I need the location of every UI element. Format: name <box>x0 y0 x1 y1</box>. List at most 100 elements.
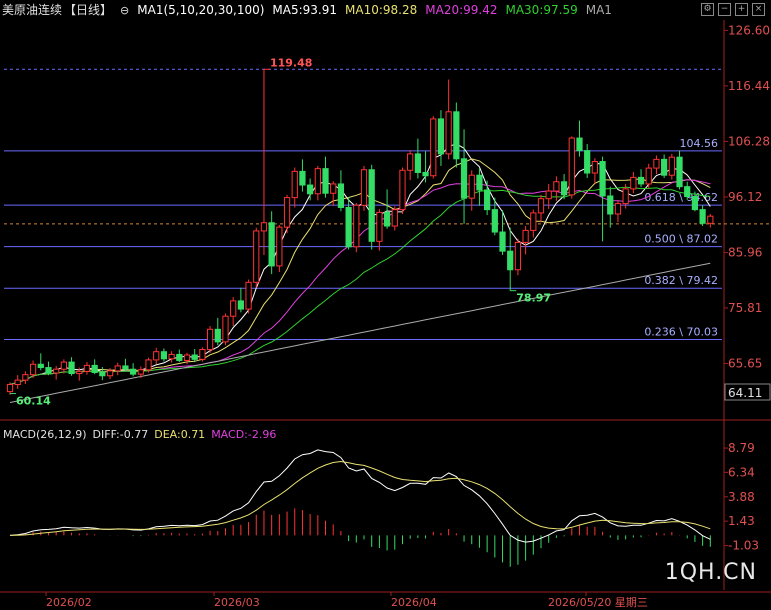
price-tick-label: 96.12 <box>728 190 762 204</box>
gear-icon[interactable]: ⚙ <box>701 3 714 16</box>
candle-body <box>430 118 437 177</box>
candle-body <box>437 118 445 155</box>
settings-icon[interactable]: ⊖ <box>120 4 129 17</box>
last-price-label: 64.11 <box>728 386 762 400</box>
candle-body <box>668 156 675 176</box>
close-icon[interactable]: × <box>752 3 765 16</box>
ma-line-ma30 <box>9 186 711 385</box>
candle-body <box>322 168 329 194</box>
macd-header: MACD(26,12,9) DIFF:-0.77 DEA:0.71 MACD:-2.9… <box>3 428 282 442</box>
macd-tick-label: 1.43 <box>728 514 755 528</box>
candle-body <box>661 158 668 176</box>
ma-line-ma100 <box>9 262 711 403</box>
candle-body <box>453 111 460 160</box>
candle-body <box>237 300 244 310</box>
candle-body <box>607 195 614 215</box>
date-label: 2026/04 <box>391 596 437 609</box>
candle-body <box>699 209 706 224</box>
candle-body <box>637 176 645 185</box>
candle-body <box>122 365 129 370</box>
extreme-label: 78.97 <box>516 292 551 305</box>
candle-body <box>268 222 275 267</box>
diff-value: DIFF:-0.77 <box>92 428 149 441</box>
candle-body <box>337 183 345 208</box>
candle-body <box>599 161 606 197</box>
candle-body <box>622 188 629 205</box>
candle-body <box>60 361 67 370</box>
candle-body <box>253 230 260 283</box>
price-tick-label: 65.65 <box>728 356 762 370</box>
ma5-value: MA5:93.91 <box>272 3 338 17</box>
macd-value: MACD:-2.96 <box>211 428 277 441</box>
candle-body <box>99 371 106 377</box>
candle-body <box>14 379 21 386</box>
diff-line <box>9 449 711 543</box>
ma30-value: MA30:97.59 <box>505 3 578 17</box>
candle-body <box>476 174 483 191</box>
price-tick-label: 116.44 <box>728 79 770 93</box>
dea-value: DEA:0.71 <box>154 428 206 441</box>
candle-body <box>460 158 468 199</box>
price-tick-label: 126.60 <box>728 23 770 37</box>
candle-body <box>368 169 375 242</box>
candle-body <box>137 369 144 375</box>
candle-body <box>407 153 414 171</box>
candle-body <box>591 161 598 174</box>
candle-body <box>199 349 206 360</box>
candle-body <box>114 365 121 372</box>
candle-body <box>222 315 229 343</box>
candle-body <box>576 137 583 152</box>
date-label: 2026/02 <box>46 596 92 609</box>
candle-body <box>684 186 691 198</box>
fib-label: 0.382 \ 79.42 <box>644 274 718 287</box>
period-label[interactable]: 【日线】 <box>64 3 112 17</box>
candle-body <box>168 353 175 360</box>
candle-body <box>499 231 506 252</box>
fib-label: 0.236 \ 70.03 <box>644 326 718 339</box>
candle-body <box>707 215 714 224</box>
candle-body <box>68 361 75 375</box>
candle-body <box>106 370 114 377</box>
candle-body <box>299 170 306 186</box>
candle-body <box>422 171 429 177</box>
candle-body <box>491 209 498 233</box>
candle-body <box>91 364 98 373</box>
candle-body <box>537 198 545 214</box>
candle-body <box>584 150 591 174</box>
candle-body <box>414 153 421 173</box>
candle-body <box>191 354 198 360</box>
fib-label: 104.56 <box>680 137 719 150</box>
candle-body <box>691 196 699 211</box>
candle-body <box>484 189 491 211</box>
chart-header: 美原油连续 【日线】 ⊖ MA1(5,10,20,30,100) MA5:93.91 MA… <box>0 0 771 20</box>
candle-body <box>160 351 168 360</box>
date-label: 2026/05/20 星期三 <box>548 596 648 609</box>
candle-body <box>445 111 452 155</box>
macd-spec: MACD(26,12,9) <box>3 428 87 441</box>
candle-body <box>645 167 652 185</box>
candle-body <box>130 368 137 375</box>
candle-body <box>360 169 368 206</box>
candle-body <box>383 211 391 227</box>
chart-stage: 126.60 116.44 106.28 96.12 85.96 75.81 65.65 10… <box>0 0 771 610</box>
candle-body <box>214 328 221 343</box>
candle-body <box>245 281 252 310</box>
macd-tick-label: -1.03 <box>728 539 759 553</box>
candle-body <box>330 183 337 194</box>
candle-body <box>468 174 475 199</box>
kline-chart: 126.60 116.44 106.28 96.12 85.96 75.81 65.65 10… <box>0 20 771 609</box>
dea-line <box>9 460 711 536</box>
macd-tick-label: 3.88 <box>728 490 755 504</box>
ma10-value: MA10:98.28 <box>345 3 418 17</box>
watermark-logo: 1QH.CN <box>664 560 757 585</box>
price-tick-label: 75.81 <box>728 301 762 315</box>
extreme-label: 60.14 <box>16 395 51 408</box>
price-tick-label: 85.96 <box>728 245 762 259</box>
candle-body <box>399 169 406 211</box>
minimize-icon[interactable]: − <box>718 3 731 16</box>
add-icon[interactable]: + <box>735 3 748 16</box>
candle-body <box>76 370 83 375</box>
candle-body <box>307 184 314 195</box>
candle-body <box>314 168 321 195</box>
extreme-label: 119.48 <box>270 56 312 69</box>
